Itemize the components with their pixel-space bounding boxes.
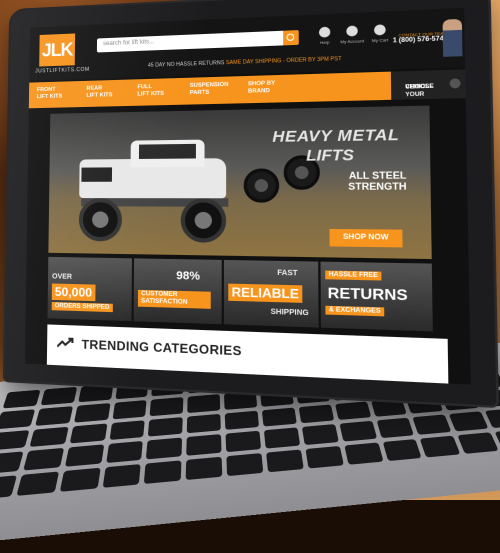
keyboard-key — [420, 435, 461, 458]
keyboard-key — [146, 437, 183, 460]
laptop-screen: JLK JUSTLIFTKITS.COM search for lift kit… — [24, 7, 471, 385]
nav-full-lift-kits[interactable]: FULL LIFT KITS — [137, 83, 177, 98]
keyboard-key — [0, 475, 17, 501]
nav-shop-by-brand[interactable]: SHOP BY BRAND — [248, 80, 290, 96]
keyboard-key — [457, 432, 499, 454]
keyboard-key — [64, 444, 104, 468]
search-placeholder: search for lift kits... — [103, 39, 155, 48]
keyboard-key — [2, 389, 41, 409]
hero-banner[interactable]: HEAVY METAL LIFTS ALL STEEL STRENGTH SHOP… — [48, 105, 432, 260]
choose-vehicle-selector[interactable]: CHOOSE YOUR VEHICLE — [390, 69, 466, 100]
tile-fast-shipping[interactable]: FAST RELIABLE SHIPPING — [223, 259, 319, 328]
hero-title: HEAVY METAL — [272, 125, 400, 147]
keyboard-key — [144, 460, 182, 484]
hero-subtitle: ALL STEEL STRENGTH — [348, 169, 407, 192]
nav-front-lift-kits[interactable]: FRONT LIFT KITS — [37, 86, 75, 101]
keyboard-key — [449, 411, 489, 432]
keyboard-key — [77, 383, 114, 403]
promo-highlight: SAME DAY SHIPPING - ORDER BY 3PM PST — [225, 55, 342, 67]
keyboard-key — [105, 441, 144, 464]
contact-phone[interactable]: 1 (800) 576-5748 — [393, 36, 448, 45]
help-icon[interactable]: Help — [312, 26, 337, 45]
keyboard-key — [412, 414, 452, 435]
keyboard-key — [29, 426, 69, 448]
keyboard-key — [224, 410, 260, 431]
promo-bar: 45 DAY NO HASSLE RETURNS SAME DAY SHIPPI… — [148, 56, 342, 69]
shop-now-button[interactable]: SHOP NOW — [329, 228, 403, 248]
tile-orders-shipped[interactable]: OVER 50,000 ORDERS SHIPPED — [47, 256, 132, 322]
keyboard-key — [35, 405, 73, 426]
keyboard-key — [148, 416, 184, 437]
keyboard-key — [376, 417, 415, 439]
lift-spacer-image — [243, 168, 280, 203]
search-input[interactable]: search for lift kits... — [96, 30, 299, 53]
keyboard-key — [0, 429, 30, 451]
keyboard-key — [225, 431, 262, 453]
hero-title-2: LIFTS — [306, 146, 355, 165]
site-header: JLK JUSTLIFTKITS.COM search for lift kit… — [29, 7, 466, 81]
tile-returns[interactable]: HASSLE FREE RETURNS & EXCHANGES — [320, 261, 433, 332]
keyboard-key — [226, 453, 264, 477]
keyboard-key — [263, 427, 301, 449]
trending-categories-title: TRENDING CATEGORIES — [81, 337, 242, 359]
keyboard-key — [112, 399, 148, 420]
feature-tiles: OVER 50,000 ORDERS SHIPPED 98% CUSTOMER … — [47, 256, 433, 332]
trending-up-icon — [57, 337, 73, 348]
keyboard-key — [305, 446, 344, 469]
keyboard-key — [301, 424, 339, 446]
keyboard-key — [187, 393, 221, 413]
keyboard-key — [266, 449, 304, 473]
keyboard-key — [108, 419, 146, 441]
keyboard-key — [150, 396, 184, 416]
logo-subtext: JUSTLIFTKITS.COM — [35, 66, 90, 75]
nav-suspension-parts[interactable]: SUSPENSION PARTS — [190, 81, 240, 97]
keyboard-key — [102, 464, 142, 488]
tile-customer-satisfaction[interactable]: 98% CUSTOMER SATISFACTION — [133, 258, 222, 325]
keyboard-key — [59, 467, 101, 492]
keyboard-key — [224, 390, 258, 410]
nav-rear-lift-kits[interactable]: REAR LIFT KITS — [86, 85, 125, 100]
keyboard-key — [186, 456, 223, 481]
keyboard-key — [334, 401, 371, 421]
site-logo[interactable]: JLK — [39, 33, 76, 67]
keyboard-key — [40, 386, 77, 406]
keyboard-key — [298, 404, 335, 424]
keyboard-key — [73, 402, 111, 423]
keyboard-key — [370, 398, 408, 418]
keyboard-key — [382, 439, 423, 462]
chevron-down-icon — [449, 78, 461, 89]
trending-categories-panel: TRENDING CATEGORIES — [46, 324, 449, 385]
keyboard-key — [69, 423, 108, 444]
keyboard-key — [187, 413, 222, 434]
keyboard-key — [339, 421, 377, 442]
keyboard-key — [344, 442, 384, 465]
account-icon[interactable]: My Account — [339, 25, 364, 44]
keyboard-key — [0, 409, 36, 429]
contact-block[interactable]: CONTACT OUR TEAM 1 (800) 576-5748 — [393, 30, 448, 44]
laptop-lid: JLK JUSTLIFTKITS.COM search for lift kit… — [4, 0, 497, 406]
keyboard-key — [261, 407, 297, 427]
search-icon[interactable] — [283, 30, 299, 46]
support-rep-photo — [442, 18, 463, 57]
keyboard-key — [186, 434, 222, 456]
keyboard-key — [16, 471, 59, 496]
promo-text: 45 DAY NO HASSLE RETURNS — [147, 60, 225, 69]
keyboard-key — [22, 448, 64, 471]
cart-icon[interactable]: My Cart — [367, 24, 393, 43]
keyboard-key — [0, 451, 24, 475]
